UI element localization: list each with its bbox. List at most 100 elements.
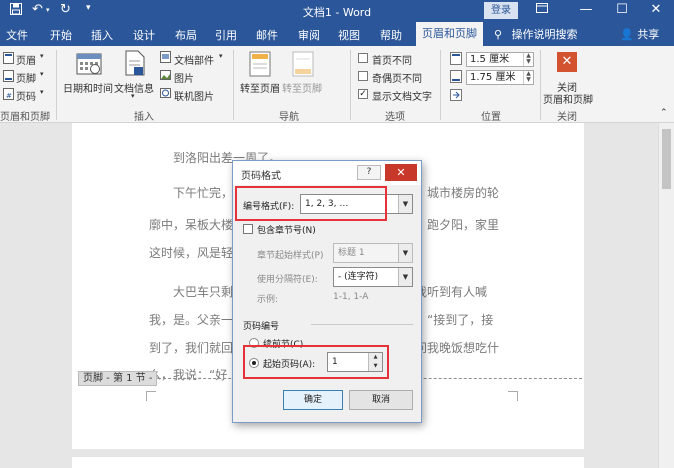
footer-position-input[interactable]: 1.75 厘米 ▲ ▼ [466,70,534,85]
footer-dropdown-icon: ▾ [40,70,44,78]
doc-line: 跑夕阳，家里 [427,218,500,232]
footer-position-value: 1.75 厘米 [470,72,516,83]
spinner-icon[interactable]: ▲ ▼ [523,53,533,66]
start-at-label: 起始页码(A): [263,360,316,370]
goto-header-label: 转至页眉 [240,84,280,95]
goto-footer-label: 转至页脚 [282,84,322,95]
dialog-close-icon[interactable]: ✕ [385,164,417,181]
header-label: 页眉 [16,56,36,67]
doc-parts-icon [160,51,171,63]
group-label-header-footer: 页眉和页脚 [0,112,50,123]
start-at-input[interactable]: 1 ▲ ▼ [327,352,383,372]
calendar-icon [76,53,102,75]
help-icon[interactable]: ? [357,165,381,180]
doc-info-dropdown-icon: ▾ [131,92,135,100]
title-bar: ↶ ▾ ↻ ▾ 文档1 - Word 登录 — ☐ ✕ [0,0,674,22]
doc-line: 城市楼房的轮 [427,186,500,200]
start-at-value: 1 [332,357,338,367]
tab-references[interactable]: 引用 [215,27,237,43]
doc-line: 大巴车只剩 [173,285,234,299]
tell-me-label: 操作说明搜索 [511,28,578,41]
doc-info-icon [125,50,145,76]
tab-mailings[interactable]: 邮件 [256,27,278,43]
online-picture-label: 联机图片 [174,92,214,103]
tab-header-footer[interactable]: 页眉和页脚 [416,22,483,46]
doc-parts-label: 文档部件 [174,56,214,67]
header-position-icon [450,52,462,65]
vertical-scrollbar[interactable] [658,123,674,468]
group-separator [233,50,234,120]
footer-icon [3,70,14,82]
collapse-ribbon-icon[interactable]: ⌃ [660,108,668,118]
group-separator [56,50,57,120]
spinner-icon[interactable]: ▲ ▼ [368,353,382,371]
doc-line: 我，是。父亲一 [149,313,234,327]
spinner-icon[interactable]: ▲ ▼ [523,71,533,84]
header-dropdown-icon: ▾ [40,52,44,60]
doc-line: 这时候，风是轻 [149,246,234,260]
tab-help[interactable]: 帮助 [380,27,402,43]
tab-file[interactable]: 文件 [6,27,28,43]
group-label-position: 位置 [481,112,501,123]
tab-review[interactable]: 审阅 [298,27,320,43]
group-separator [440,50,441,120]
picture-icon [160,70,171,80]
doc-line: 我听到有人喊 [415,285,488,299]
margin-corner [146,391,156,401]
ribbon: 页眉 ▾ 页脚 ▾ # 页码 ▾ 页眉和页脚 日期和时间 文档信息 ▾ 文档部件… [0,46,674,123]
header-position-input[interactable]: 1.5 厘米 ▲ ▼ [466,52,534,67]
doc-line: 到了，我们就回 [149,341,234,355]
chapter-style-label: 章节起始样式(P) [257,251,324,261]
ribbon-display-icon[interactable] [528,2,556,17]
login-button[interactable]: 登录 [484,2,518,19]
tab-design[interactable]: 设计 [133,27,155,43]
chevron-down-icon: ▼ [398,195,412,213]
doc-parts-dropdown-icon: ▾ [219,52,223,60]
doc-line: 问我晚饭想吃什 [415,341,500,355]
include-chapter-label: 包含章节号(N) [257,226,316,236]
doc-line: 下午忙完， [173,186,234,200]
page-numbering-label: 页码编号 [243,322,280,332]
tab-home[interactable]: 开始 [50,27,72,43]
page-number-dropdown-icon: ▾ [40,88,44,96]
insert-alignment-tab-icon[interactable] [450,89,462,101]
tab-insert[interactable]: 插入 [91,27,113,43]
separator-label: 使用分隔符(E): [257,275,318,285]
person-icon: 👤 [620,28,634,41]
separator-select[interactable]: - (连字符) ▼ [333,267,413,287]
page-number-icon: # [3,88,14,100]
show-text-label: 显示文档文字 [372,92,432,103]
page-number-format-dialog: 页码格式 ? ✕ 编号格式(F): 1, 2, 3, … ▼ 包含章节号(N) … [232,160,422,423]
number-format-select[interactable]: 1, 2, 3, … ▼ [300,194,413,214]
doc-line: “接到了，接 [427,313,494,327]
group-label-insert: 插入 [134,112,154,123]
chapter-style-select[interactable]: 标题 1 ▼ [333,243,413,263]
odd-even-checkbox [358,71,368,81]
cancel-button[interactable]: 取消 [349,390,413,410]
header-icon [3,52,14,64]
group-label-options: 选项 [385,112,405,123]
tab-view[interactable]: 视图 [338,27,360,43]
group-label-navigation: 导航 [279,112,299,123]
continue-radio [249,338,259,348]
group-separator [350,50,351,120]
share-button[interactable]: 👤 共享 [620,26,659,42]
ok-button[interactable]: 确定 [283,390,343,410]
chevron-down-icon: ▼ [398,268,412,286]
first-page-label: 首页不同 [372,56,412,67]
next-page[interactable] [72,457,584,468]
dialog-title: 页码格式 [241,171,281,182]
close-icon[interactable]: ✕ [642,2,670,17]
tab-layout[interactable]: 布局 [175,27,197,43]
svg-text:#: # [6,92,12,100]
restore-icon[interactable]: ☐ [608,2,636,17]
scrollbar-thumb[interactable] [662,129,671,189]
goto-header-icon [249,51,271,77]
doc-line: 么，我说：“好 [149,368,228,382]
tell-me-search[interactable]: ⚲ 操作说明搜索 [494,26,578,42]
minimize-icon[interactable]: — [572,2,600,17]
example-label: 示例: [257,295,279,305]
page-number-label: 页码 [16,92,36,103]
separator-value: - (连字符) [338,272,379,282]
footer-label: 页脚 [16,74,36,85]
